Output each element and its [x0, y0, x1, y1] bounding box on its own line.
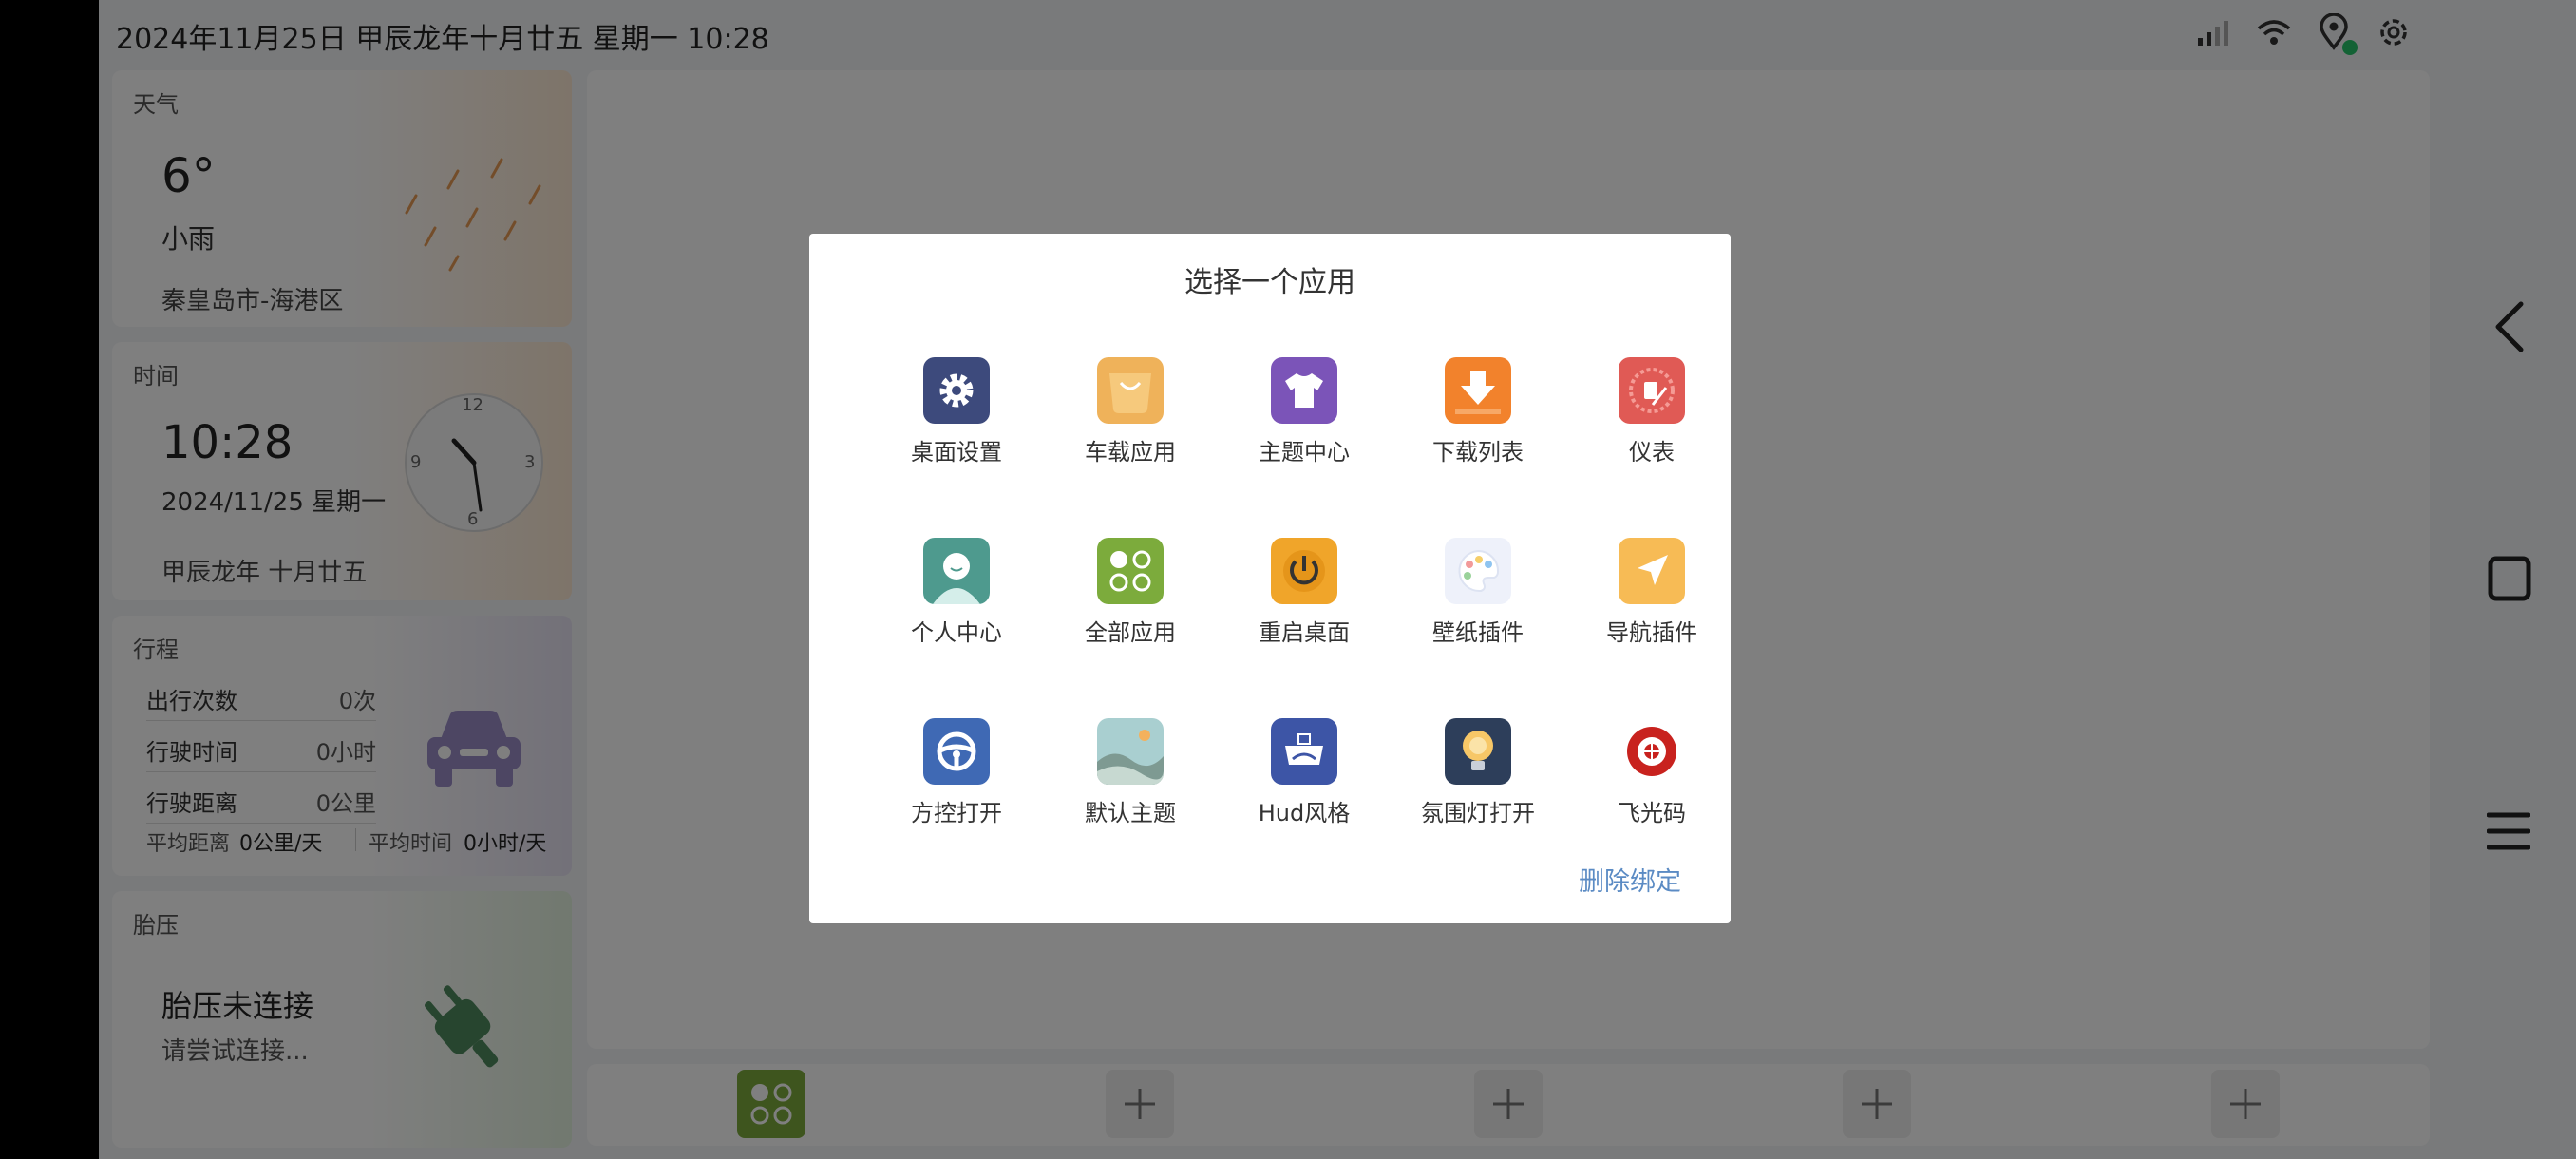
download-icon: [1445, 357, 1511, 424]
app-label: 主题中心: [1259, 439, 1350, 466]
app-label: 下载列表: [1432, 439, 1524, 466]
app-item-wallpaper-plugin[interactable]: 壁纸插件: [1386, 538, 1561, 671]
steering-wheel-icon: [923, 718, 990, 785]
navigation-icon: [1619, 538, 1685, 604]
palette-icon: [1445, 538, 1511, 604]
app-label: 个人中心: [911, 619, 1002, 646]
app-item-theme-center[interactable]: 主题中心: [1212, 357, 1387, 490]
dialog-title: 选择一个应用: [1184, 266, 1355, 299]
app-label: 飞光码: [1618, 800, 1686, 826]
bulb-icon: [1445, 718, 1511, 785]
power-icon: [1271, 538, 1337, 604]
choose-app-dialog: 选择一个应用 桌面设置 车载应用 主题中心 下载列表 仪表 个人中心 全部应用 …: [809, 234, 1731, 923]
app-item-default-theme[interactable]: 默认主题: [1038, 718, 1213, 851]
app-label: 默认主题: [1085, 800, 1176, 826]
app-item-navigation-plugin[interactable]: 导航插件: [1560, 538, 1734, 671]
app-label: 壁纸插件: [1432, 619, 1524, 646]
app-label: 氛围灯打开: [1421, 800, 1535, 826]
gear-icon: [923, 357, 990, 424]
remove-binding-button[interactable]: 删除绑定: [1579, 861, 1681, 898]
app-item-car-apps[interactable]: 车载应用: [1038, 357, 1213, 490]
app-label: 导航插件: [1606, 619, 1697, 646]
app-item-steering-control[interactable]: 方控打开: [864, 718, 1039, 851]
app-item-personal-center[interactable]: 个人中心: [864, 538, 1039, 671]
hud-icon: [1271, 718, 1337, 785]
app-item-ambient-light[interactable]: 氛围灯打开: [1386, 718, 1561, 851]
app-item-flash-code[interactable]: 飞光码: [1560, 718, 1734, 851]
app-label: 仪表: [1629, 439, 1675, 466]
app-label: 桌面设置: [911, 439, 1002, 466]
grid-icon: [1097, 538, 1164, 604]
app-item-gauge[interactable]: 仪表: [1560, 357, 1734, 490]
target-icon: [1619, 718, 1685, 785]
bag-icon: [1097, 357, 1164, 424]
app-label: Hud风格: [1258, 800, 1351, 826]
landscape-icon: [1097, 718, 1164, 785]
app-item-hud-style[interactable]: Hud风格: [1212, 718, 1387, 851]
app-item-download-list[interactable]: 下载列表: [1386, 357, 1561, 490]
app-label: 方控打开: [911, 800, 1002, 826]
app-item-desktop-settings[interactable]: 桌面设置: [864, 357, 1039, 490]
app-item-restart-desktop[interactable]: 重启桌面: [1212, 538, 1387, 671]
app-label: 重启桌面: [1259, 619, 1350, 646]
gauge-icon: [1619, 357, 1685, 424]
user-icon: [923, 538, 990, 604]
tshirt-icon: [1271, 357, 1337, 424]
app-item-all-apps[interactable]: 全部应用: [1038, 538, 1213, 671]
app-label: 车载应用: [1085, 439, 1176, 466]
app-label: 全部应用: [1085, 619, 1176, 646]
